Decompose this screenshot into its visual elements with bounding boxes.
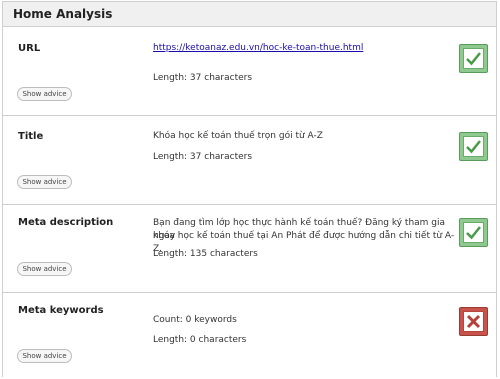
meta-keywords-section: Meta keywords Count: 0 keywords Length: … xyxy=(3,293,496,379)
title-status-checkmark-icon xyxy=(459,132,488,161)
home-analysis-panel: Home Analysis URL https://ketoanaz.edu.v… xyxy=(2,1,497,377)
title-length: Length: 37 characters xyxy=(153,152,253,162)
url-length: Length: 37 characters xyxy=(153,73,253,83)
title-value: Khóa học kế toán thuế trọn gói từ A-Z xyxy=(153,131,323,141)
title-show-advice-button[interactable]: Show advice xyxy=(17,175,72,189)
title-label: Title xyxy=(18,131,44,142)
meta-keywords-length: Length: 0 characters xyxy=(153,335,247,345)
meta-description-status-checkmark-icon xyxy=(459,218,488,247)
url-value: https://ketoanaz.edu.vn/hoc-ke-toan-thue… xyxy=(153,42,453,55)
url-status-checkmark-icon xyxy=(459,44,488,73)
title-section: Title Khóa học kế toán thuế trọn gói từ … xyxy=(3,116,496,205)
meta-description-show-advice-button[interactable]: Show advice xyxy=(17,262,72,276)
url-section: URL https://ketoanaz.edu.vn/hoc-ke-toan-… xyxy=(3,27,496,116)
url-label: URL xyxy=(18,43,41,54)
meta-description-label: Meta description xyxy=(18,217,114,228)
meta-keywords-show-advice-button[interactable]: Show advice xyxy=(17,349,72,363)
meta-keywords-label: Meta keywords xyxy=(18,305,104,316)
url-show-advice-button[interactable]: Show advice xyxy=(17,87,72,101)
url-link[interactable]: https://ketoanaz.edu.vn/hoc-ke-toan-thue… xyxy=(153,43,363,53)
panel-title: Home Analysis xyxy=(3,2,496,27)
meta-keywords-status-x-mark-icon xyxy=(459,307,488,336)
meta-description-section: Meta description Bạn đang tìm lớp học th… xyxy=(3,205,496,293)
meta-description-length: Length: 135 characters xyxy=(153,249,258,259)
meta-keywords-count: Count: 0 keywords xyxy=(153,315,237,325)
